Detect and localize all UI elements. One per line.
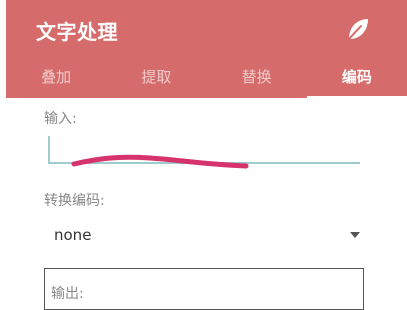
tab-encoding[interactable]: 编码 — [306, 58, 407, 98]
app-bar: 文字处理 叠加 提取 替换 编码 — [6, 0, 407, 98]
encoding-label: 转换编码: — [44, 193, 105, 209]
encoding-selected-value: none — [54, 226, 92, 244]
tab-extract[interactable]: 提取 — [106, 58, 206, 98]
content-panel: 输入: 转换编码: none 输出: — [6, 98, 407, 310]
tab-bar: 叠加 提取 替换 编码 — [6, 58, 407, 98]
input-field[interactable] — [48, 136, 360, 164]
tab-overlay[interactable]: 叠加 — [6, 58, 106, 98]
encoding-dropdown[interactable]: none — [46, 216, 366, 256]
input-label: 输入: — [44, 111, 77, 127]
output-box[interactable]: 输出: — [44, 268, 364, 310]
title-row: 文字处理 — [6, 0, 407, 56]
tab-replace[interactable]: 替换 — [207, 58, 307, 98]
dropdown-arrow-icon — [350, 232, 360, 238]
input-underline — [48, 162, 360, 164]
app-title: 文字处理 — [36, 20, 118, 44]
leaf-icon[interactable] — [344, 15, 372, 43]
output-label: 输出: — [51, 286, 84, 302]
text-cursor — [48, 136, 50, 162]
